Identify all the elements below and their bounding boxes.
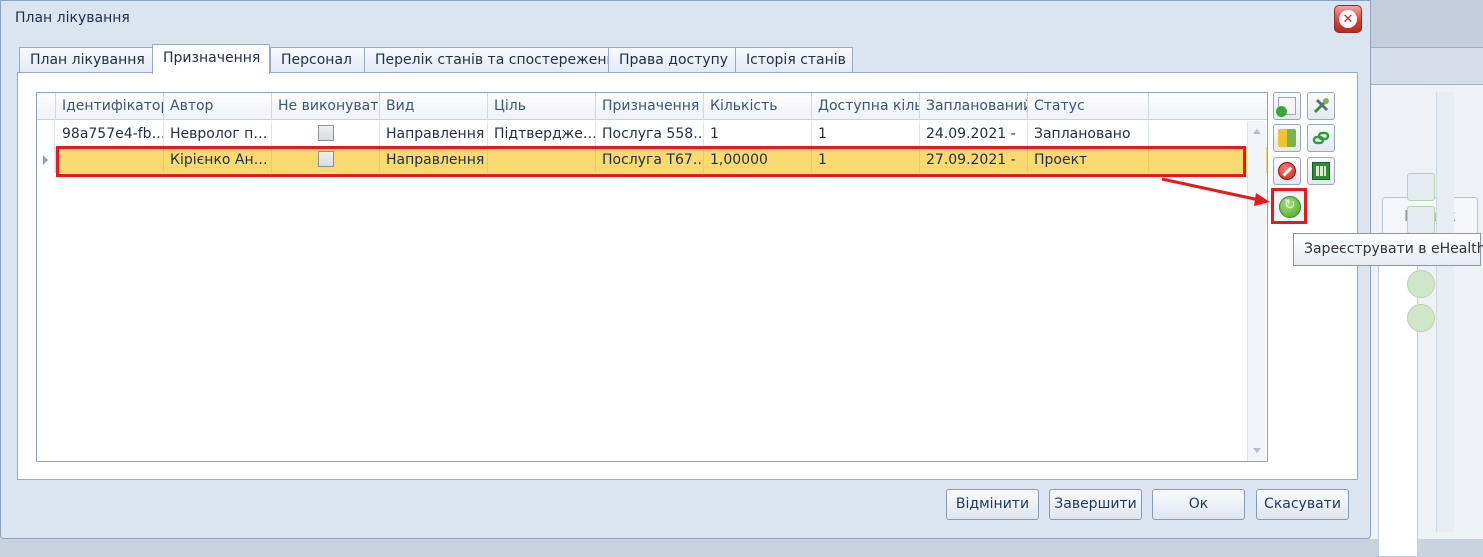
grid-header: Ідентифікатор Автор Не виконувати Вид Ці…: [37, 93, 1267, 120]
column-header-status[interactable]: Статус: [1028, 93, 1149, 120]
background-scrollbar: [1436, 92, 1454, 532]
background-ehealth-icon: [1407, 304, 1435, 332]
table-icon: [1312, 162, 1330, 180]
column-header-goal[interactable]: Ціль: [488, 93, 596, 120]
column-header-kind[interactable]: Вид: [380, 93, 488, 120]
column-header-quantity[interactable]: Кількість: [704, 93, 812, 120]
tab-conditions[interactable]: Перелік станів та спостережень: [364, 47, 615, 73]
tab-status-history[interactable]: Історія станів: [735, 47, 853, 73]
book-icon: [1278, 129, 1296, 147]
row-selector-header: [37, 93, 56, 120]
column-header-planned[interactable]: Запланований: [920, 93, 1028, 120]
background-book-icon: [1407, 206, 1435, 234]
column-header-skip[interactable]: Не виконувати: [272, 93, 380, 120]
cell-status: Заплановано: [1028, 121, 1149, 147]
scroll-up-icon[interactable]: [1253, 129, 1261, 134]
background-doc-icon: [1407, 173, 1435, 201]
finish-button[interactable]: Завершити: [1049, 489, 1142, 520]
cell-kind: Направлення: [380, 121, 488, 147]
cancel-button[interactable]: Скасувати: [1256, 489, 1349, 520]
tab-staff[interactable]: Персонал: [270, 47, 365, 73]
skip-checkbox[interactable]: [318, 125, 334, 141]
link-button[interactable]: [1307, 124, 1335, 152]
cell-planned: 24.09.2021 -: [920, 121, 1028, 147]
background-grid: [1378, 257, 1418, 557]
column-header-purpose[interactable]: Призначення: [596, 93, 704, 120]
tab-treatment-plan[interactable]: План лікування: [19, 47, 153, 73]
annotation-arrow: [1161, 177, 1270, 206]
ehealth-tooltip: Зареєструвати в eHealth: [1293, 233, 1483, 266]
undo-button[interactable]: Відмінити: [946, 489, 1039, 520]
column-header-author[interactable]: Автор: [164, 93, 272, 120]
current-row-arrow-icon: [43, 155, 48, 165]
close-icon: ✕: [1339, 10, 1357, 28]
cell-skip: [272, 121, 380, 147]
background-ehealth-icon: [1407, 270, 1435, 298]
selected-row-highlight: [56, 146, 1246, 177]
cell-author: Невролог п…: [164, 121, 272, 147]
table-row[interactable]: 98a757e4-fb… Невролог п… Направлення Під…: [37, 121, 1267, 147]
tab-access-rights[interactable]: Права доступу: [608, 47, 736, 73]
background-app: Пошук: [1370, 0, 1483, 557]
dialog-titlebar: План лікування ✕: [1, 1, 1370, 37]
tools-button[interactable]: [1307, 92, 1335, 120]
cell-quantity: 1: [704, 121, 812, 147]
close-button[interactable]: ✕: [1334, 5, 1362, 33]
add-document-button[interactable]: [1273, 92, 1301, 120]
tab-prescriptions[interactable]: Призначення: [152, 44, 270, 74]
add-document-icon: [1276, 97, 1296, 117]
book-button[interactable]: [1273, 124, 1301, 152]
row-selector[interactable]: [37, 147, 55, 173]
cell-id: 98a757e4-fb…: [56, 121, 164, 147]
cell-available: 1: [812, 121, 920, 147]
tools-icon: [1313, 98, 1329, 114]
stop-icon: [1278, 162, 1296, 180]
cancel-prescription-button[interactable]: [1273, 157, 1301, 185]
ok-button[interactable]: Ок: [1152, 489, 1245, 520]
cell-purpose: Послуга 558…: [596, 121, 704, 147]
column-header-id[interactable]: Ідентифікатор: [56, 93, 164, 120]
table-button[interactable]: [1307, 157, 1335, 185]
column-header-available[interactable]: Доступна кількість: [812, 93, 920, 120]
cell-goal: Підтвердже…: [488, 121, 596, 147]
link-icon: [1312, 131, 1330, 145]
register-ehealth-button[interactable]: [1271, 188, 1307, 224]
scroll-down-icon[interactable]: [1253, 448, 1261, 453]
ehealth-register-icon: [1279, 196, 1301, 218]
row-selector[interactable]: [37, 121, 55, 147]
treatment-plan-dialog: План лікування ✕ План лікування Призначе…: [0, 0, 1371, 539]
dialog-title: План лікування: [15, 10, 130, 26]
background-toolbar: [1370, 0, 1483, 48]
